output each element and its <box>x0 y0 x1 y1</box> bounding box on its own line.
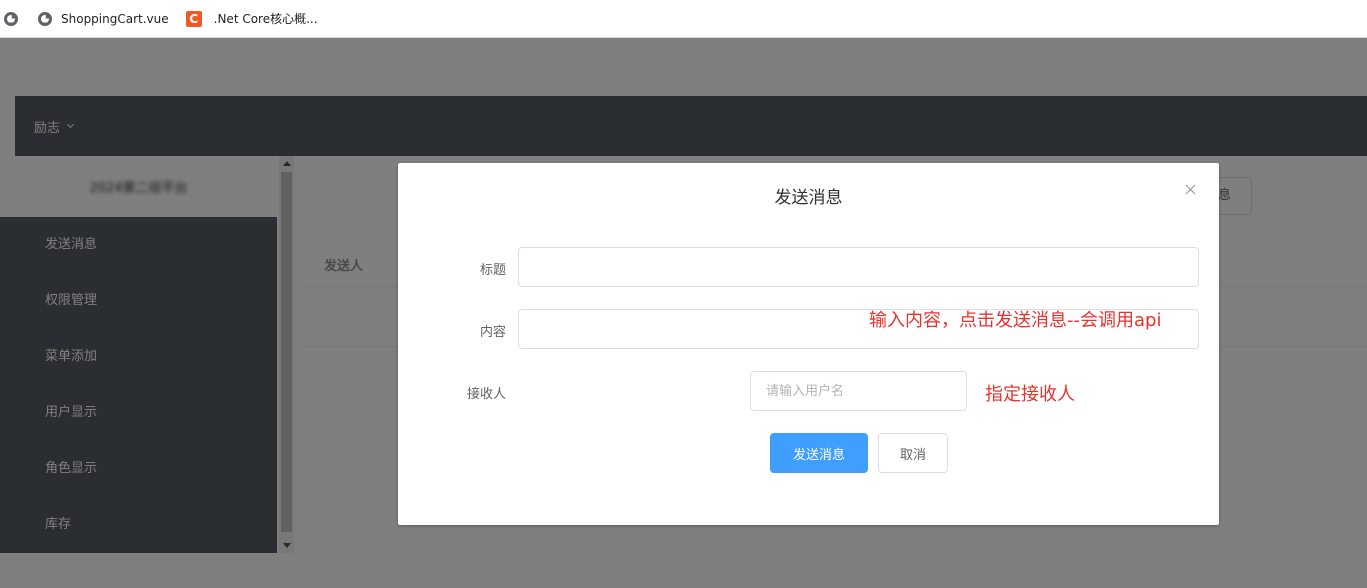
receiver-annotation: 指定接收人 <box>985 384 1075 405</box>
bookmark-item[interactable] <box>4 0 18 38</box>
globe-icon <box>4 11 18 26</box>
send-message-button[interactable]: 发送消息 <box>770 433 868 473</box>
bookmark-label: .Net Core核心概... <box>213 12 318 26</box>
send-message-dialog: 发送消息 标题 内容 接收人 发送消息 取消 输入内容，点击发送消息--会调用a… <box>398 163 1219 525</box>
dialog-title: 发送消息 <box>774 188 843 208</box>
bookmark-shoppingcart[interactable]: ShoppingCart.vue <box>38 0 169 38</box>
globe-icon <box>38 11 52 26</box>
bookmarks-bar: ShoppingCart.vue C .Net Core核心概... <box>0 0 1367 38</box>
csdn-icon: C <box>185 10 202 27</box>
receiver-input[interactable] <box>750 371 967 411</box>
content-label: 内容 <box>479 325 506 340</box>
cancel-button[interactable]: 取消 <box>878 433 948 473</box>
close-icon[interactable] <box>1183 182 1199 198</box>
content-annotation: 输入内容，点击发送消息--会调用api <box>869 310 1162 331</box>
receiver-label: 接收人 <box>466 387 506 402</box>
title-input[interactable] <box>518 247 1199 287</box>
bookmark-label: ShoppingCart.vue <box>61 11 169 26</box>
title-label: 标题 <box>479 263 506 278</box>
bookmark-netcore[interactable]: C .Net Core核心概... <box>185 0 318 38</box>
